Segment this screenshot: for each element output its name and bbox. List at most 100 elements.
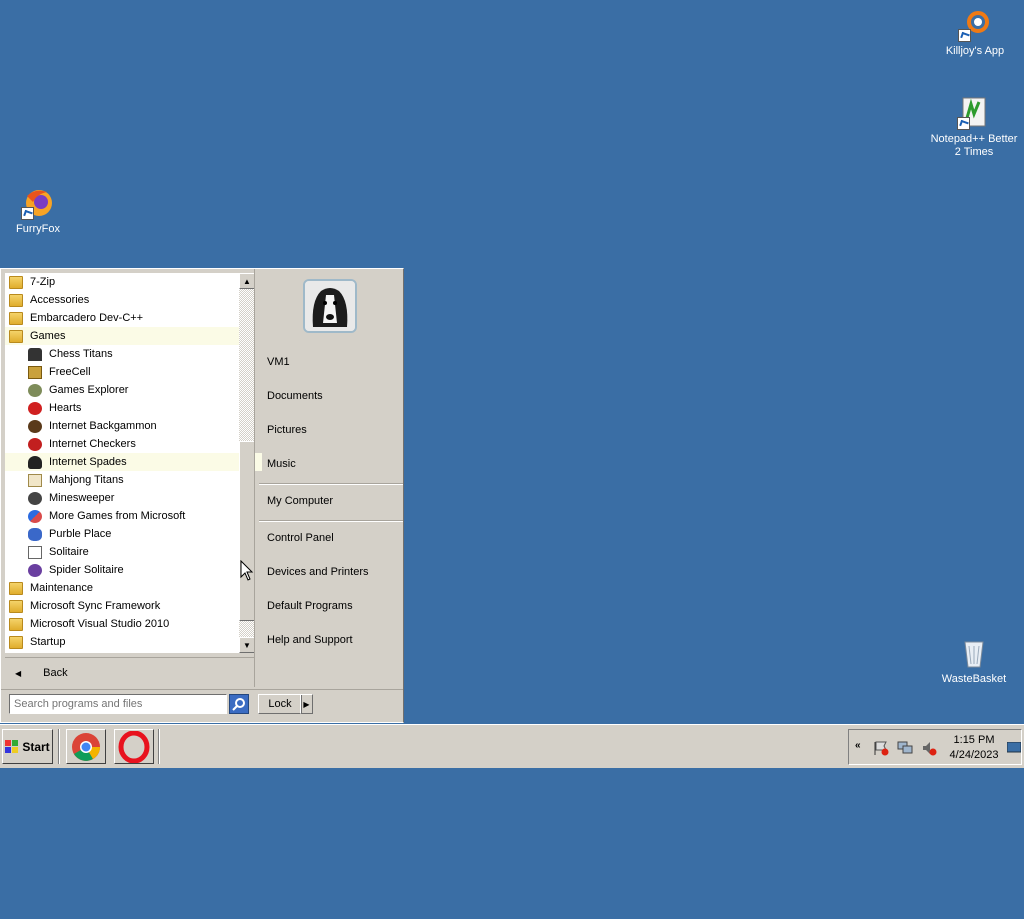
folder-icon <box>9 329 23 343</box>
program-item[interactable]: Chess Titans <box>5 345 262 363</box>
all-programs-list[interactable]: 7-Zip Accessories Embarcadero Dev-C++ Ga… <box>5 273 262 653</box>
menu-item-control-panel[interactable]: Control Panel <box>267 532 334 544</box>
triangle-up-icon: ▲ <box>243 276 251 286</box>
program-item[interactable]: Minesweeper <box>5 489 262 507</box>
back-button[interactable]: ◀ Back <box>5 657 255 688</box>
opera-icon <box>118 730 150 763</box>
program-label: Hearts <box>49 402 82 414</box>
quick-launch-chrome[interactable] <box>66 729 106 764</box>
quick-launch-opera[interactable] <box>114 729 154 764</box>
show-desktop-icon[interactable] <box>1007 742 1021 754</box>
lock-label: Lock <box>268 698 292 710</box>
desktop-icon-notepad-plus-plus[interactable]: Notepad++ Better 2 Times <box>929 96 1019 159</box>
program-item[interactable]: Mahjong Titans <box>5 471 262 489</box>
back-label: Back <box>43 667 68 679</box>
program-label: Chess Titans <box>49 348 113 360</box>
games-explorer-icon <box>28 383 42 397</box>
program-item[interactable]: Startup <box>5 633 243 651</box>
program-label: Maintenance <box>30 582 93 594</box>
checkers-icon <box>28 437 42 451</box>
menu-item-help-support[interactable]: Help and Support <box>267 634 353 646</box>
program-item[interactable]: Games Explorer <box>5 381 262 399</box>
program-item[interactable]: Games <box>5 327 243 345</box>
desktop-icon-killjoys-app[interactable]: Killjoy's App <box>930 8 1020 58</box>
program-item[interactable]: FreeCell <box>5 363 262 381</box>
user-avatar[interactable] <box>303 279 357 333</box>
program-item[interactable]: Purble Place <box>5 525 262 543</box>
chrome-icon <box>72 732 100 761</box>
desktop-icon-label: Killjoy's App <box>945 45 1005 57</box>
mouse-cursor-icon <box>240 560 254 581</box>
taskbar: Start « 1:15 PM 4/24/2023 <box>0 724 1024 768</box>
program-item[interactable]: Internet Backgammon <box>5 417 262 435</box>
menu-item-my-computer[interactable]: My Computer <box>267 495 333 507</box>
menu-separator <box>259 520 403 522</box>
program-item[interactable]: 7-Zip <box>5 273 243 291</box>
desktop-icon-furryfox[interactable]: FurryFox <box>0 186 83 236</box>
program-item[interactable]: Embarcadero Dev-C++ <box>5 309 243 327</box>
program-item[interactable]: Maintenance <box>5 579 243 597</box>
folder-icon <box>9 599 23 613</box>
programs-scrollbar[interactable]: ▲ ▼ <box>239 273 255 653</box>
program-label: Purble Place <box>49 528 112 540</box>
scroll-up-button[interactable]: ▲ <box>239 273 255 289</box>
program-item[interactable]: Accessories <box>5 291 243 309</box>
program-label: Internet Backgammon <box>49 420 157 432</box>
program-item[interactable]: Internet Spades <box>5 453 262 471</box>
network-icon[interactable] <box>897 740 913 756</box>
chess-icon <box>28 347 42 361</box>
desktop-icon-wastebasket[interactable]: WasteBasket <box>929 636 1019 686</box>
folder-icon <box>9 635 23 649</box>
program-item[interactable]: Microsoft Visual Studio 2010 <box>5 615 243 633</box>
menu-item-user[interactable]: VM1 <box>267 356 290 368</box>
program-label: Accessories <box>30 294 90 306</box>
program-label: 7-Zip <box>30 276 56 288</box>
scroll-thumb[interactable] <box>239 441 255 621</box>
program-label: Spider Solitaire <box>49 564 124 576</box>
volume-muted-icon[interactable] <box>921 740 937 756</box>
program-item[interactable]: Solitaire <box>5 543 262 561</box>
windows-logo-icon <box>5 739 19 753</box>
dog-picture-icon <box>305 281 355 331</box>
menu-item-documents[interactable]: Documents <box>267 390 323 402</box>
start-menu: 7-Zip Accessories Embarcadero Dev-C++ Ga… <box>0 268 404 723</box>
program-label: Minesweeper <box>49 492 115 504</box>
spades-icon <box>28 455 42 469</box>
search-button[interactable] <box>229 694 249 714</box>
menu-item-pictures[interactable]: Pictures <box>267 424 307 436</box>
program-label: Games <box>30 330 66 342</box>
program-item[interactable]: Microsoft Sync Framework <box>5 597 243 615</box>
show-hidden-icons-button[interactable]: « <box>855 740 861 751</box>
search-input[interactable] <box>9 694 227 714</box>
program-label: Microsoft Sync Framework <box>30 600 161 612</box>
menu-separator <box>259 483 403 485</box>
taskbar-separator <box>158 729 160 764</box>
notepad-plus-plus-icon <box>957 96 991 130</box>
program-label: Internet Spades <box>49 456 127 468</box>
program-label: Internet Checkers <box>49 438 136 450</box>
start-button[interactable]: Start <box>2 729 53 764</box>
program-item[interactable]: Hearts <box>5 399 262 417</box>
magnifier-icon <box>232 698 245 711</box>
program-item[interactable]: Internet Checkers <box>5 435 262 453</box>
arrow-left-icon: ◀ <box>15 668 22 678</box>
folder-icon <box>9 581 23 595</box>
menu-item-default-programs[interactable]: Default Programs <box>267 600 353 612</box>
menu-item-devices-printers[interactable]: Devices and Printers <box>267 566 369 578</box>
lock-button[interactable]: Lock <box>258 694 302 714</box>
menu-item-music[interactable]: Music <box>267 458 296 470</box>
purble-place-icon <box>28 527 42 541</box>
program-label: Embarcadero Dev-C++ <box>30 312 144 324</box>
start-label: Start <box>22 739 50 754</box>
freecell-icon <box>28 365 42 379</box>
program-item[interactable]: More Games from Microsoft <box>5 507 262 525</box>
action-center-flag-icon[interactable] <box>873 740 889 756</box>
scroll-down-button[interactable]: ▼ <box>239 637 255 653</box>
lock-options-button[interactable]: ▶ <box>300 694 313 714</box>
spider-solitaire-icon <box>28 563 42 577</box>
program-item[interactable]: Spider Solitaire <box>5 561 262 579</box>
start-search-row: Lock ▶ <box>1 689 403 724</box>
clock[interactable]: 1:15 PM 4/24/2023 <box>943 733 1005 763</box>
start-menu-right-pane: VM1 Documents Pictures Music My Computer… <box>254 269 404 687</box>
more-games-icon <box>28 509 42 523</box>
